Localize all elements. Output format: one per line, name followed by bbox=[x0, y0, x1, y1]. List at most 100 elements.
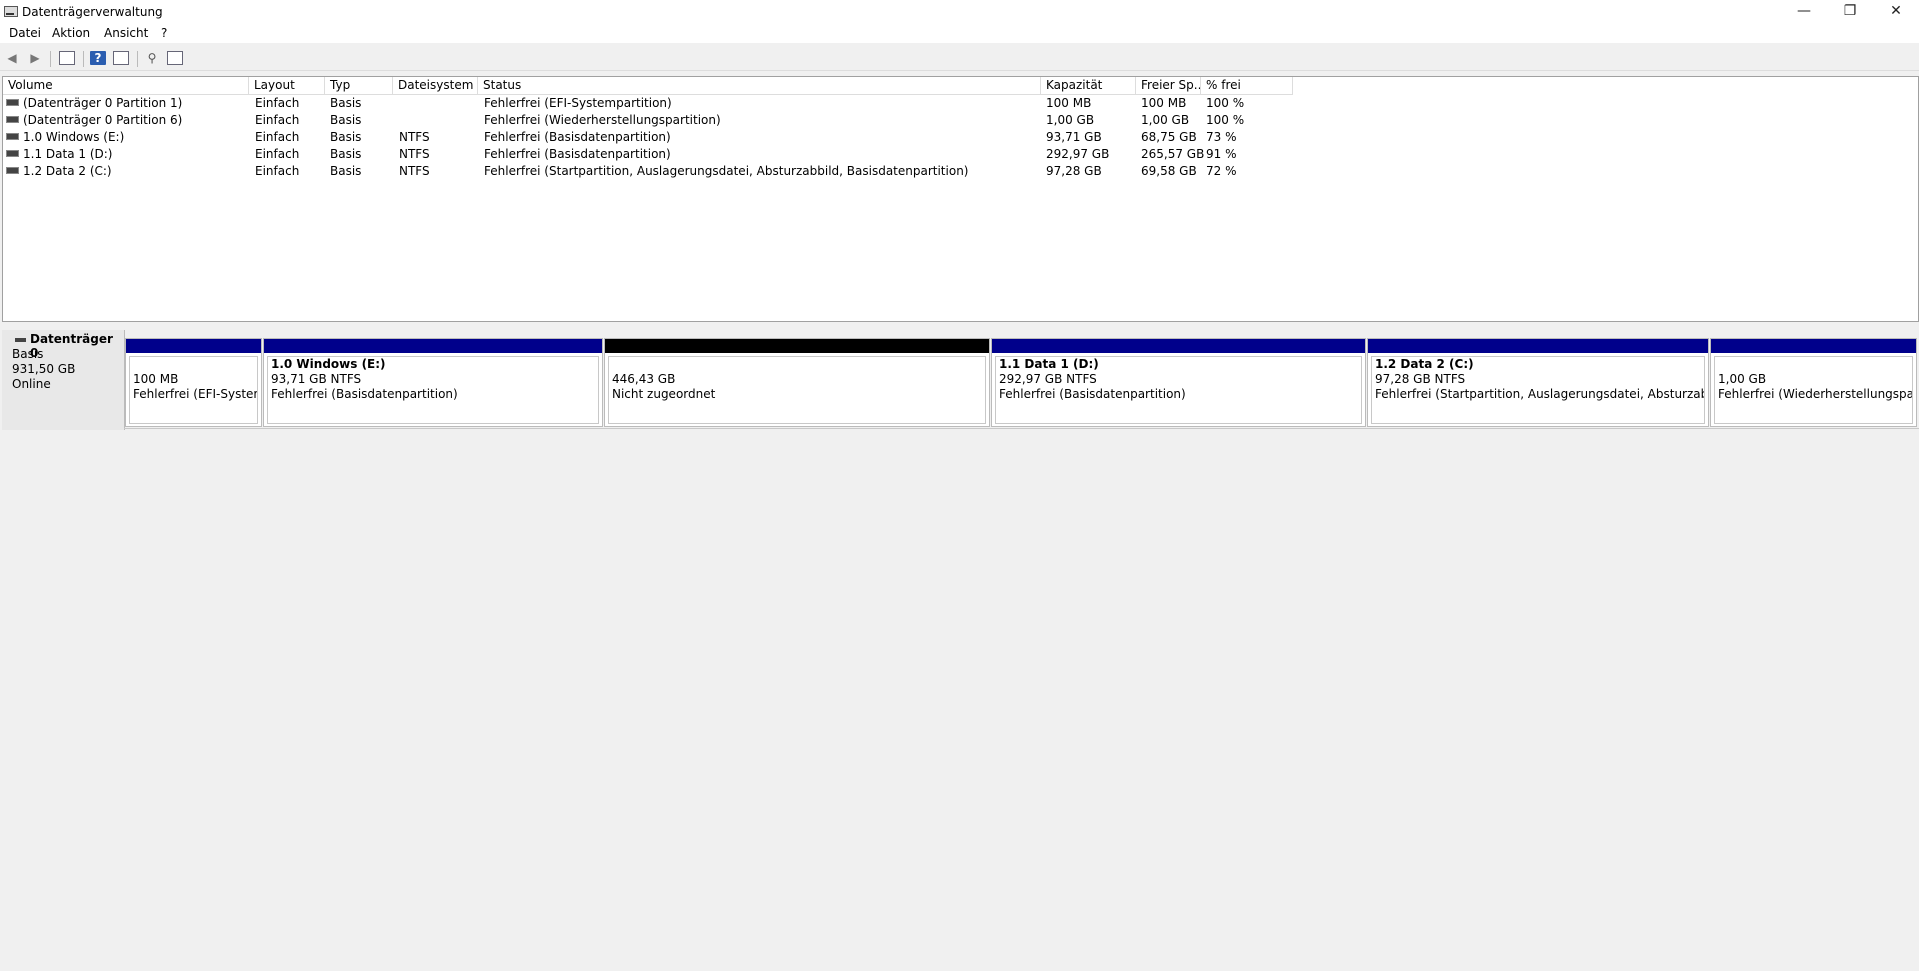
help-icon[interactable]: ? bbox=[90, 51, 106, 65]
fs-cell: NTFS bbox=[399, 130, 430, 144]
partition-windows-e[interactable]: 1.0 Windows (E:) 93,71 GB NTFS Fehlerfre… bbox=[263, 338, 603, 427]
layout-cell: Einfach bbox=[255, 113, 300, 127]
partition-size: 1,00 GB bbox=[1718, 372, 1767, 386]
column-header-status[interactable]: Status bbox=[478, 77, 1041, 95]
volume-name: 1.0 Windows (E:) bbox=[23, 130, 125, 144]
partition-status: Fehlerfrei (Startpartition, Auslagerungs… bbox=[1375, 387, 1704, 401]
fs-cell: NTFS bbox=[399, 147, 430, 161]
partition-data1-d[interactable]: 1.1 Data 1 (D:) 292,97 GB NTFS Fehlerfre… bbox=[991, 338, 1366, 427]
disk-type: Basis bbox=[12, 347, 44, 361]
volume-icon bbox=[6, 167, 19, 174]
partition-bar bbox=[1368, 339, 1708, 353]
volume-name: 1.1 Data 1 (D:) bbox=[23, 147, 113, 161]
forward-arrow-icon[interactable]: ▶ bbox=[27, 51, 43, 65]
status-cell: Fehlerfrei (EFI-Systempartition) bbox=[484, 96, 672, 110]
percent-free-cell: 100 % bbox=[1206, 113, 1245, 127]
partition-bar bbox=[605, 339, 989, 353]
status-cell: Fehlerfrei (Basisdatenpartition) bbox=[484, 147, 671, 161]
percent-free-cell: 100 % bbox=[1206, 96, 1245, 110]
disk-name: Datenträger 0 bbox=[30, 332, 113, 360]
typ-cell: Basis bbox=[330, 164, 362, 178]
partition-body: 1,00 GB Fehlerfrei (Wiederherstellungspa… bbox=[1714, 356, 1913, 424]
capacity-cell: 100 MB bbox=[1046, 96, 1092, 110]
typ-cell: Basis bbox=[330, 96, 362, 110]
column-header-kapazitaet[interactable]: Kapazität bbox=[1041, 77, 1136, 95]
partition-status: Fehlerfrei (Wiederherstellungspartition) bbox=[1718, 387, 1913, 401]
volume-name-cell: (Datenträger 0 Partition 1) bbox=[6, 96, 182, 110]
close-button[interactable]: ✕ bbox=[1873, 0, 1919, 24]
list-view-icon[interactable] bbox=[167, 51, 183, 65]
partition-size: 100 MB bbox=[133, 372, 179, 386]
partition-size: 97,28 GB NTFS bbox=[1375, 372, 1466, 386]
menu-aktion[interactable]: Aktion bbox=[52, 26, 90, 40]
restore-button[interactable]: ❐ bbox=[1827, 0, 1873, 24]
partition-body: 1.2 Data 2 (C:) 97,28 GB NTFS Fehlerfrei… bbox=[1371, 356, 1705, 424]
layout-cell: Einfach bbox=[255, 96, 300, 110]
partition-efi[interactable]: 100 MB Fehlerfrei (EFI-Systempartition) bbox=[125, 338, 262, 427]
menu-help[interactable]: ? bbox=[161, 26, 167, 40]
disk-icon bbox=[15, 338, 26, 342]
status-cell: Fehlerfrei (Wiederherstellungspartition) bbox=[484, 113, 721, 127]
volume-row[interactable]: (Datenträger 0 Partition 6) Einfach Basi… bbox=[3, 112, 1293, 129]
volume-row[interactable]: (Datenträger 0 Partition 1) Einfach Basi… bbox=[3, 95, 1293, 112]
free-space-cell: 1,00 GB bbox=[1141, 113, 1190, 127]
partition-status: Fehlerfrei (Basisdatenpartition) bbox=[999, 387, 1186, 401]
disk-action-icon[interactable]: ⚲ bbox=[144, 51, 160, 65]
column-header-dateisystem[interactable]: Dateisystem bbox=[393, 77, 478, 95]
column-header-freier-speicher[interactable]: Freier Sp... bbox=[1136, 77, 1201, 95]
volume-row[interactable]: 1.0 Windows (E:) Einfach Basis NTFS Fehl… bbox=[3, 129, 1293, 146]
status-cell: Fehlerfrei (Startpartition, Auslagerungs… bbox=[484, 164, 969, 178]
volume-name: 1.2 Data 2 (C:) bbox=[23, 164, 112, 178]
menu-ansicht[interactable]: Ansicht bbox=[104, 26, 148, 40]
volume-name: (Datenträger 0 Partition 1) bbox=[23, 96, 183, 110]
percent-free-cell: 91 % bbox=[1206, 147, 1237, 161]
volume-row[interactable]: 1.1 Data 1 (D:) Einfach Basis NTFS Fehle… bbox=[3, 146, 1293, 163]
properties-icon[interactable] bbox=[113, 51, 129, 65]
partition-bar bbox=[264, 339, 602, 353]
console-tree-icon[interactable] bbox=[59, 51, 75, 65]
volume-name-cell: 1.0 Windows (E:) bbox=[6, 130, 124, 144]
partition-body: 1.1 Data 1 (D:) 292,97 GB NTFS Fehlerfre… bbox=[995, 356, 1362, 424]
volume-icon bbox=[6, 150, 19, 157]
disk-row-divider bbox=[124, 428, 1919, 429]
column-header-typ[interactable]: Typ bbox=[325, 77, 393, 95]
disk-state: Online bbox=[12, 377, 51, 391]
partition-status: Nicht zugeordnet bbox=[612, 387, 716, 401]
free-space-cell: 100 MB bbox=[1141, 96, 1187, 110]
partition-title: 1.2 Data 2 (C:) bbox=[1375, 357, 1474, 371]
disk-management-app-icon bbox=[4, 6, 18, 17]
volume-row[interactable]: 1.2 Data 2 (C:) Einfach Basis NTFS Fehle… bbox=[3, 163, 1293, 180]
back-arrow-icon[interactable]: ◀ bbox=[4, 51, 20, 65]
column-header-prozent-frei[interactable]: % frei bbox=[1201, 77, 1293, 95]
menu-datei[interactable]: Datei bbox=[9, 26, 41, 40]
capacity-cell: 97,28 GB bbox=[1046, 164, 1102, 178]
volume-icon bbox=[6, 99, 19, 106]
fs-cell: NTFS bbox=[399, 164, 430, 178]
column-header-volume[interactable]: Volume bbox=[3, 77, 249, 95]
partition-status: Fehlerfrei (EFI-Systempartition) bbox=[133, 387, 257, 401]
partition-size: 446,43 GB bbox=[612, 372, 676, 386]
volume-name-cell: 1.2 Data 2 (C:) bbox=[6, 164, 112, 178]
toolbar-separator bbox=[137, 51, 138, 67]
volume-icon bbox=[6, 133, 19, 140]
volume-name-cell: (Datenträger 0 Partition 6) bbox=[6, 113, 182, 127]
partition-bar bbox=[992, 339, 1365, 353]
partition-status: Fehlerfrei (Basisdatenpartition) bbox=[271, 387, 458, 401]
capacity-cell: 292,97 GB bbox=[1046, 147, 1110, 161]
partition-size: 292,97 GB NTFS bbox=[999, 372, 1097, 386]
partition-data2-c[interactable]: 1.2 Data 2 (C:) 97,28 GB NTFS Fehlerfrei… bbox=[1367, 338, 1709, 427]
minimize-button[interactable]: — bbox=[1781, 0, 1827, 24]
column-header-layout[interactable]: Layout bbox=[249, 77, 325, 95]
percent-free-cell: 72 % bbox=[1206, 164, 1237, 178]
partition-recovery[interactable]: 1,00 GB Fehlerfrei (Wiederherstellungspa… bbox=[1710, 338, 1917, 427]
free-space-cell: 68,75 GB bbox=[1141, 130, 1197, 144]
volume-icon bbox=[6, 116, 19, 123]
disk-size: 931,50 GB bbox=[12, 362, 76, 376]
toolbar: ◀ ▶ ? ⚲ bbox=[0, 48, 1919, 71]
partition-unallocated[interactable]: 446,43 GB Nicht zugeordnet bbox=[604, 338, 990, 427]
layout-cell: Einfach bbox=[255, 147, 300, 161]
partition-bar bbox=[1711, 339, 1916, 353]
disk-0-label[interactable]: Datenträger 0 Basis 931,50 GB Online bbox=[2, 330, 125, 430]
free-space-cell: 69,58 GB bbox=[1141, 164, 1197, 178]
capacity-cell: 93,71 GB bbox=[1046, 130, 1102, 144]
